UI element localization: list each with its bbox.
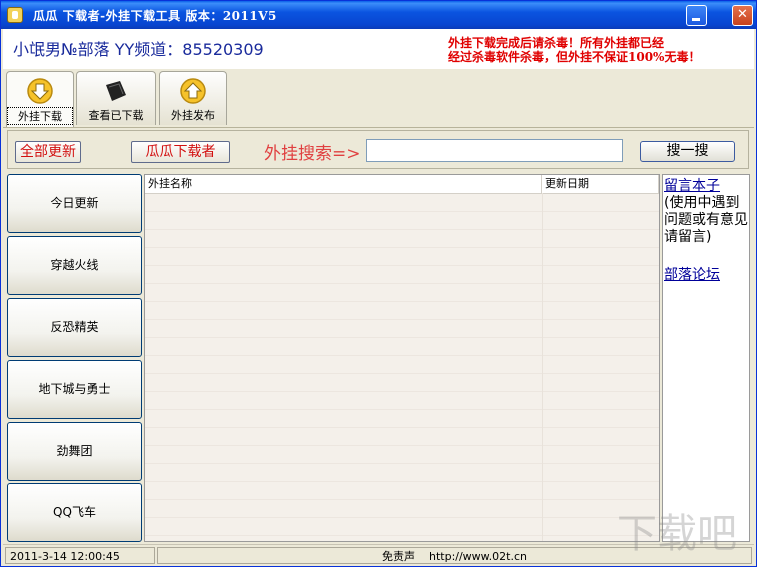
grid-row-line [145, 409, 659, 410]
side-panel: 留言本子 (使用中遇到问题或有意见请留言) 部落论坛 [662, 174, 750, 542]
guestbook-link[interactable]: 留言本子 [664, 178, 720, 194]
grid-row-line [145, 301, 659, 302]
grid-row-line [145, 517, 659, 518]
grid-row-line [145, 319, 659, 320]
tab-bar: 外挂下载 查看已下载 外挂发布 [3, 69, 754, 128]
category-crossfire[interactable]: 穿越火线 [7, 236, 142, 295]
app-icon [7, 7, 23, 23]
grid-row-line [145, 337, 659, 338]
header-banner: 小氓男№部落 YY频道：85520309 外挂下载完成后请杀毒！所有外挂都已经 … [3, 29, 754, 69]
category-today-updates[interactable]: 今日更新 [7, 174, 142, 233]
grid-row-line [145, 283, 659, 284]
tab-downloaded-label: 查看已下载 [88, 109, 144, 122]
antivirus-warning: 外挂下载完成后请杀毒！所有外挂都已经 经过杀毒软件杀毒，但外挂不保证100%无毒… [448, 36, 748, 64]
grid-row-line [145, 211, 659, 212]
minimize-button[interactable] [686, 5, 707, 26]
search-input[interactable] [366, 139, 623, 162]
tab-download-label: 外挂下载 [7, 107, 73, 125]
app-window: 瓜瓜 下载者-外挂下载工具 版本：2011V5 小氓男№部落 YY频道：8552… [0, 0, 757, 567]
status-datetime: 2011-3-14 12:00:45 [5, 547, 155, 564]
warning-line-2: 经过杀毒软件杀毒，但外挂不保证100%无毒！ [448, 50, 701, 64]
title-bar[interactable]: 瓜瓜 下载者-外挂下载工具 版本：2011V5 [1, 1, 756, 29]
grid-row-line [145, 499, 659, 500]
table-header: 外挂名称 更新日期 [145, 175, 659, 194]
tab-download[interactable]: 外挂下载 [6, 71, 74, 127]
search-label: 外挂搜索=> [264, 144, 361, 164]
search-button[interactable]: 搜一搜 [640, 141, 735, 162]
grid-column-line [542, 193, 543, 541]
grid-row-line [145, 265, 659, 266]
watermark-logo: 下载吧 [617, 511, 737, 557]
category-qq-speed[interactable]: QQ飞车 [7, 483, 142, 542]
update-all-button[interactable]: 全部更新 [15, 141, 81, 163]
up-arrow-icon [180, 78, 206, 104]
game-category-list: 今日更新 穿越火线 反恐精英 地下城与勇士 劲舞团 QQ飞车 [7, 174, 142, 542]
tab-downloaded[interactable]: 查看已下载 [76, 71, 156, 125]
grid-row-line [145, 229, 659, 230]
grid-row-line [145, 391, 659, 392]
guestbook-note: (使用中遇到问题或有意见请留言) [664, 195, 748, 245]
cheat-list-table[interactable]: 外挂名称 更新日期 [144, 174, 660, 542]
search-bar: 全部更新 瓜瓜下载者 外挂搜索=> 搜一搜 [7, 130, 749, 169]
channel-info: 小氓男№部落 YY频道：85520309 [13, 40, 264, 59]
grid-row-line [145, 247, 659, 248]
website-link[interactable]: http://www.02t.cn [429, 550, 527, 563]
grid-row-line [145, 445, 659, 446]
grid-row-line [145, 373, 659, 374]
tab-publish-label: 外挂发布 [171, 109, 215, 122]
close-button[interactable] [732, 5, 753, 26]
window-title: 瓜瓜 下载者-外挂下载工具 版本：2011V5 [33, 9, 277, 23]
folder-icon [106, 81, 126, 101]
column-header-date[interactable]: 更新日期 [542, 175, 659, 193]
grid-row-line [145, 535, 659, 536]
disclaimer-link[interactable]: 免责声 [382, 550, 415, 563]
warning-line-1: 外挂下载完成后请杀毒！所有外挂都已经 [448, 36, 665, 50]
category-audition[interactable]: 劲舞团 [7, 422, 142, 481]
category-counter-strike[interactable]: 反恐精英 [7, 298, 142, 357]
down-arrow-icon [27, 78, 53, 104]
grid-row-line [145, 463, 659, 464]
grid-row-line [145, 481, 659, 482]
watermark-text: 下载吧 [617, 511, 737, 557]
tab-publish[interactable]: 外挂发布 [159, 71, 227, 125]
column-header-name[interactable]: 外挂名称 [145, 175, 542, 193]
forum-link[interactable]: 部落论坛 [664, 267, 720, 283]
downloader-button[interactable]: 瓜瓜下载者 [131, 141, 230, 163]
grid-row-line [145, 355, 659, 356]
category-dnf[interactable]: 地下城与勇士 [7, 360, 142, 419]
grid-row-line [145, 427, 659, 428]
